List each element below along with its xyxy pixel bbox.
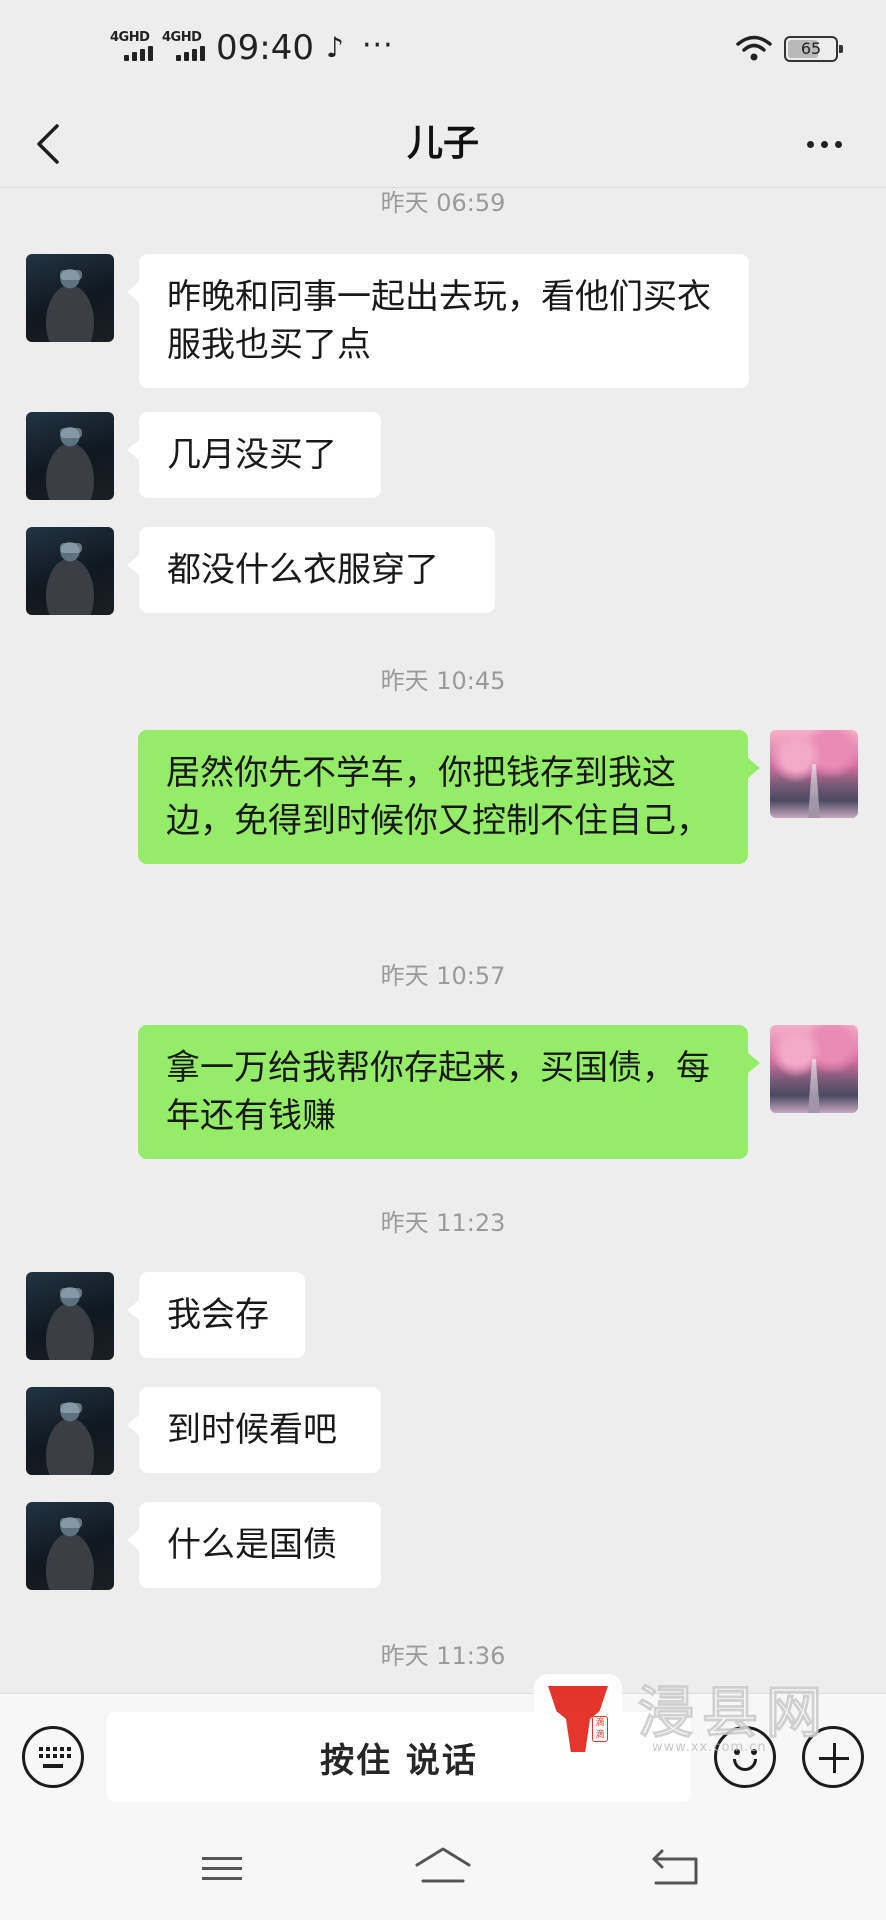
contact-avatar[interactable] [26, 527, 114, 615]
watermark-logo: 滴滴 [534, 1674, 622, 1762]
contact-avatar[interactable] [26, 1502, 114, 1590]
system-navigation-bar [0, 1813, 886, 1920]
message-bubble-sent[interactable]: 拿一万给我帮你存起来，买国债，每年还有钱赚 [138, 1025, 760, 1159]
keyboard-icon[interactable] [22, 1726, 84, 1788]
tiktok-icon: ♪ [326, 31, 344, 64]
chat-header: 儿子 [0, 100, 886, 188]
message-bubble-received[interactable]: 我会存 [127, 1272, 305, 1358]
message-bubble-received[interactable]: 到时候看吧 [127, 1387, 381, 1473]
timestamp: 昨天 10:57 [380, 962, 506, 990]
wifi-icon [736, 35, 772, 61]
chat-title: 儿子 [406, 123, 479, 164]
network-type-label: 4GHD [110, 30, 150, 45]
timestamp: 昨天 11:23 [380, 1209, 506, 1237]
message-bubble-received[interactable]: 昨晚和同事一起出去玩，看他们买衣服我也买了点 [127, 254, 749, 388]
battery-percent: 65 [800, 39, 822, 58]
network-type-label: 4GHD [162, 30, 202, 45]
battery-icon: 65 [784, 36, 843, 62]
cell-signal-2-icon: 4GHD [162, 30, 214, 66]
contact-avatar[interactable] [26, 1272, 114, 1360]
chat-screen: 4GHD 4GHD 09:40 ♪ ··· 65 儿子 昨天 06:59 昨晚和… [0, 0, 886, 1920]
more-icon[interactable] [796, 114, 852, 174]
contact-avatar[interactable] [26, 412, 114, 500]
message-bubble-received[interactable]: 几月没买了 [127, 412, 381, 498]
contact-avatar[interactable] [26, 1387, 114, 1475]
message-list[interactable]: 昨天 06:59 昨晚和同事一起出去玩，看他们买衣服我也买了点 几月没买了 都没… [0, 189, 886, 1693]
status-bar: 4GHD 4GHD 09:40 ♪ ··· 65 [0, 0, 886, 100]
message-bubble-received[interactable]: 都没什么衣服穿了 [127, 527, 495, 613]
watermark-seal: 滴滴 [592, 1716, 608, 1742]
watermark-url: www.xx.com.cn [652, 1740, 767, 1755]
watermark-text: 浸县网 [638, 1681, 830, 1747]
contact-avatar[interactable] [26, 254, 114, 342]
home-icon[interactable] [413, 1843, 473, 1893]
status-more-icon: ··· [362, 28, 394, 63]
timestamp: 昨天 06:59 [380, 189, 506, 217]
site-watermark: 滴滴 浸县网 www.xx.com.cn [530, 1666, 850, 1766]
menu-icon[interactable] [192, 1843, 252, 1893]
my-avatar[interactable] [770, 1025, 858, 1113]
cell-signal-1-icon: 4GHD [110, 30, 162, 66]
back-sys-icon[interactable] [648, 1843, 708, 1893]
my-avatar[interactable] [770, 730, 858, 818]
status-clock: 09:40 [216, 28, 314, 68]
message-bubble-sent[interactable]: 居然你先不学车，你把钱存到我这边，免得到时候你又控制不住自己， [138, 730, 760, 864]
message-bubble-received[interactable]: 什么是国债 [127, 1502, 381, 1588]
timestamp: 昨天 10:45 [380, 667, 506, 695]
